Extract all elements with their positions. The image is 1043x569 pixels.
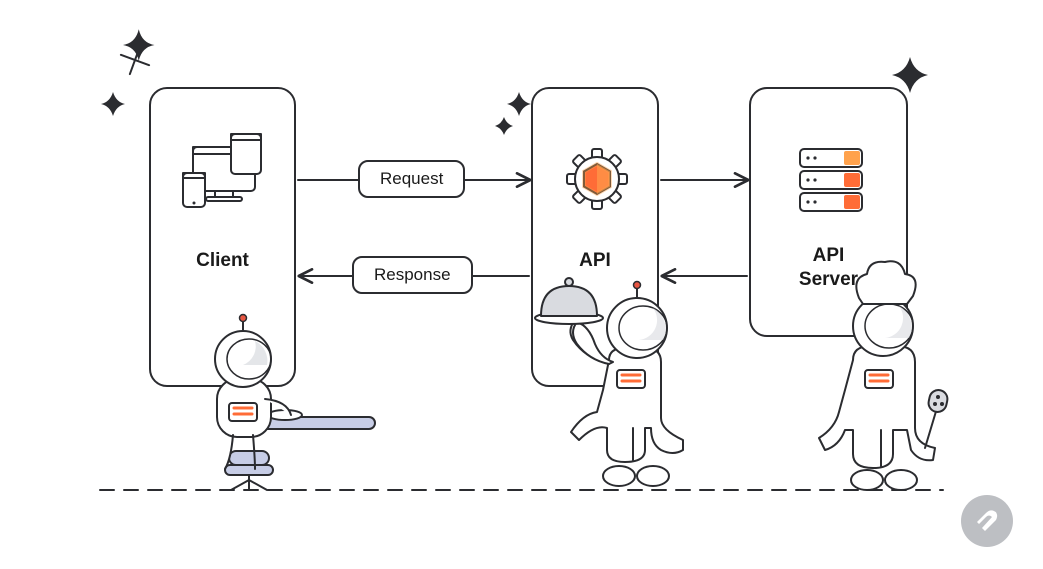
astronaut-waiter [535, 278, 683, 486]
response-edge-label: Response [352, 256, 473, 294]
postman-logo-badge [961, 495, 1013, 547]
postman-icon [970, 504, 1004, 538]
astronaut-customer [215, 315, 375, 491]
characters-layer [0, 0, 1043, 569]
request-edge-label: Request [358, 160, 465, 198]
diagram-canvas: Client [0, 0, 1043, 569]
astronaut-chef [819, 261, 949, 490]
